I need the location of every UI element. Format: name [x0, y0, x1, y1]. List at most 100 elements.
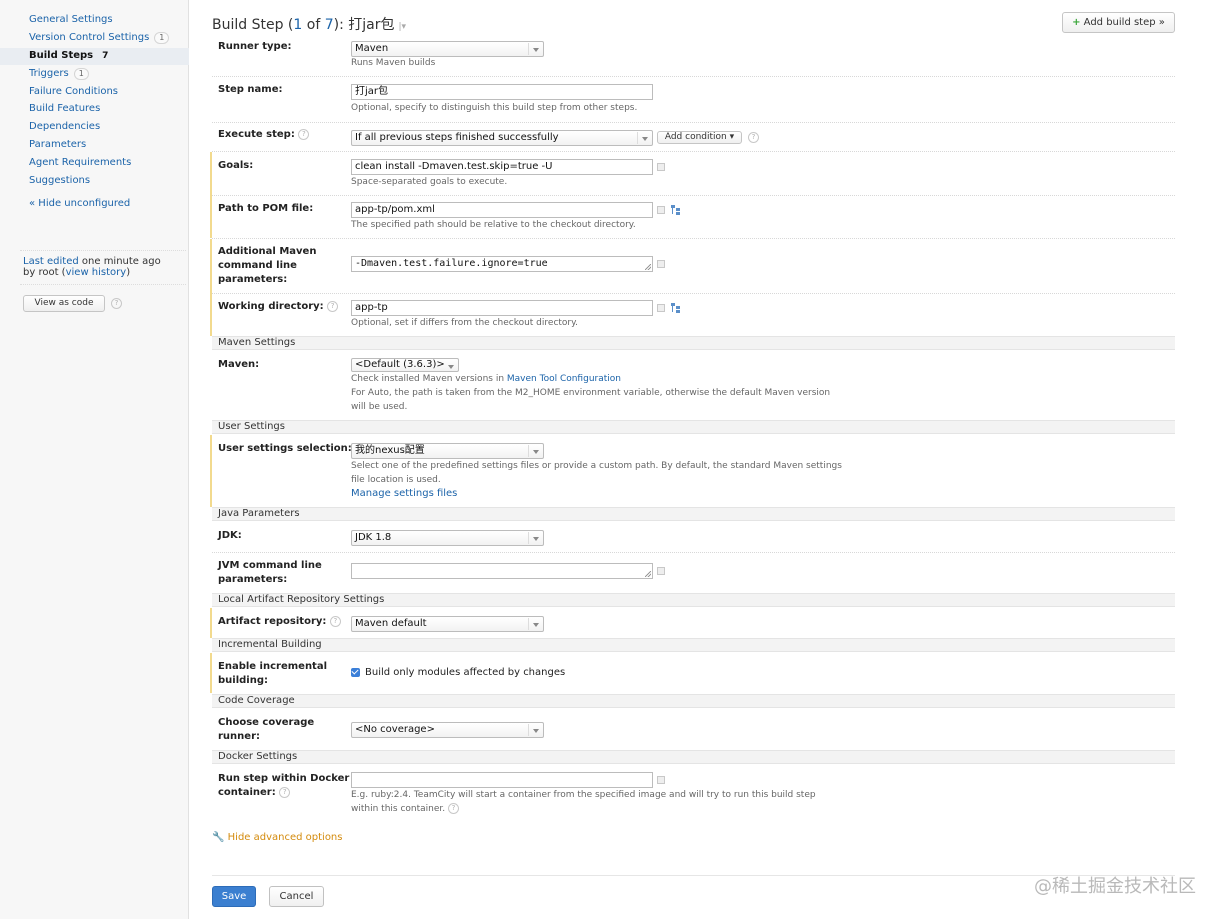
sidebar-item-agent-requirements[interactable]: Agent Requirements	[29, 157, 131, 168]
step-name-label: Step name:	[218, 84, 283, 95]
resize-grip-icon[interactable]	[645, 571, 651, 577]
sidebar-item-parameters[interactable]: Parameters	[29, 139, 86, 150]
divider	[20, 250, 186, 251]
coverage-label: Choose coverage runner:	[218, 717, 315, 742]
section-docker-settings: Docker Settings	[212, 750, 1175, 764]
maven-version-select[interactable]: <Default (3.6.3)>	[351, 358, 459, 372]
pom-path-input[interactable]: app-tp/pom.xml	[351, 202, 653, 218]
step-name-input[interactable]: 打jar包	[351, 84, 653, 100]
additional-params-textarea[interactable]: -Dmaven.test.failure.ignore=true	[351, 256, 653, 272]
add-build-step-button[interactable]: + Add build step »	[1062, 12, 1175, 33]
jdk-label: JDK:	[218, 530, 242, 541]
file-tree-icon[interactable]	[671, 205, 681, 215]
watermark: @稀土掘金技术社区	[1034, 876, 1196, 897]
goals-label: Goals:	[218, 160, 254, 171]
user-settings-label: User settings selection:	[218, 443, 352, 454]
hide-advanced-options-link[interactable]: 🔧 Hide advanced options	[212, 832, 342, 843]
sidebar-item-suggestions[interactable]: Suggestions	[29, 175, 90, 186]
goals-note: Space-separated goals to execute.	[351, 177, 508, 187]
docker-image-input[interactable]	[351, 772, 653, 788]
row-divider	[212, 552, 1175, 553]
add-condition-button[interactable]: Add condition ▾	[657, 131, 742, 144]
incremental-checkbox[interactable]	[351, 668, 360, 677]
row-divider	[212, 238, 1175, 239]
section-maven-settings: Maven Settings	[212, 336, 1175, 350]
chevron-down-icon: ▾	[729, 132, 735, 142]
cancel-button[interactable]: Cancel	[269, 886, 324, 907]
jdk-select[interactable]: JDK 1.8	[351, 530, 544, 546]
user-settings-note-2: file location is used.	[351, 475, 441, 485]
pom-path-label: Path to POM file:	[218, 203, 314, 214]
expand-editor-icon[interactable]	[657, 776, 665, 784]
user-settings-note-1: Select one of the predefined settings fi…	[351, 461, 842, 471]
last-edited-link[interactable]: Last edited	[23, 256, 79, 267]
incremental-label: Enable incremental building:	[218, 661, 328, 686]
coverage-select[interactable]: <No coverage>	[351, 722, 544, 738]
incremental-checkbox-label[interactable]: Build only modules affected by changes	[365, 666, 565, 680]
row-divider	[212, 122, 1175, 123]
wrench-icon: 🔧	[212, 832, 225, 843]
row-divider	[212, 151, 1175, 152]
help-icon[interactable]: ?	[748, 132, 759, 143]
help-icon[interactable]: ?	[111, 298, 122, 309]
jvm-params-textarea[interactable]	[351, 563, 653, 579]
help-icon[interactable]: ?	[448, 803, 459, 814]
help-icon[interactable]: ?	[279, 786, 291, 798]
sidebar-item-dependencies[interactable]: Dependencies	[29, 121, 100, 132]
help-icon[interactable]: ?	[327, 300, 339, 312]
help-icon[interactable]: ?	[298, 128, 310, 140]
page-title: Build Step (1 of 7): 打jar包 |▾	[212, 17, 407, 33]
plus-icon: +	[1072, 17, 1081, 28]
resize-grip-icon[interactable]	[645, 264, 651, 270]
runner-type-select[interactable]: Maven	[351, 41, 544, 57]
expand-editor-icon[interactable]	[657, 304, 665, 312]
modified-marker	[210, 294, 212, 336]
hide-unconfigured-link[interactable]: « Hide unconfigured	[29, 198, 130, 209]
row-divider	[212, 875, 1175, 876]
sidebar-item-failure-conditions[interactable]: Failure Conditions	[29, 86, 118, 97]
section-local-artifact-repository: Local Artifact Repository Settings	[212, 593, 1175, 607]
modified-marker	[210, 152, 212, 196]
expand-editor-icon[interactable]	[657, 260, 665, 268]
maven-note-2: For Auto, the path is taken from the M2_…	[351, 388, 831, 398]
row-divider	[212, 195, 1175, 196]
section-incremental-building: Incremental Building	[212, 638, 1175, 652]
runner-type-note: Runs Maven builds	[351, 58, 436, 68]
view-history-link[interactable]: view history	[66, 267, 127, 278]
artifact-repository-select[interactable]: Maven default	[351, 616, 544, 632]
additional-params-label: Additional Maven command line parameters:	[218, 246, 317, 285]
modified-marker	[210, 435, 212, 507]
maven-tool-configuration-link[interactable]: Maven Tool Configuration	[507, 374, 621, 384]
artifact-repository-label: Artifact repository: ?	[218, 615, 341, 629]
manage-settings-files-link[interactable]: Manage settings files	[351, 488, 457, 499]
step-switcher-icon[interactable]: |▾	[399, 22, 407, 32]
sidebar-item-general-settings[interactable]: General Settings	[29, 14, 113, 25]
save-button[interactable]: Save	[212, 886, 256, 907]
modified-marker	[210, 196, 212, 238]
count-badge: 1	[154, 32, 170, 44]
working-dir-label: Working directory: ?	[218, 300, 339, 314]
expand-editor-icon[interactable]	[657, 163, 665, 171]
modified-marker	[210, 239, 212, 294]
user-settings-select[interactable]: 我的nexus配置	[351, 443, 544, 459]
user-settings-note-3: Manage settings files	[351, 487, 457, 501]
working-dir-input[interactable]: app-tp	[351, 300, 653, 316]
execute-step-select[interactable]: If all previous steps finished successfu…	[351, 130, 653, 146]
goals-input[interactable]: clean install -Dmaven.test.skip=true -U	[351, 159, 653, 175]
sidebar-item-build-steps[interactable]: Build Steps 7	[29, 50, 112, 61]
expand-editor-icon[interactable]	[657, 567, 665, 575]
section-user-settings: User Settings	[212, 420, 1175, 434]
file-tree-icon[interactable]	[671, 303, 681, 313]
docker-note-1: E.g. ruby:2.4. TeamCity will start a con…	[351, 790, 816, 800]
sidebar-item-version-control-settings[interactable]: Version Control Settings 1	[29, 32, 170, 44]
maven-note-1: Check installed Maven versions in Maven …	[351, 374, 621, 384]
step-name-note: Optional, specify to distinguish this bu…	[351, 103, 638, 113]
expand-editor-icon[interactable]	[657, 206, 665, 214]
sidebar-item-build-features[interactable]: Build Features	[29, 103, 100, 114]
pom-path-note: The specified path should be relative to…	[351, 220, 636, 230]
maven-label: Maven:	[218, 359, 260, 370]
docker-label: Run step within Docker container: ?	[218, 773, 350, 798]
sidebar-item-triggers[interactable]: Triggers 1	[29, 68, 89, 80]
help-icon[interactable]: ?	[329, 615, 341, 627]
view-as-code-button[interactable]: View as code	[23, 295, 105, 312]
